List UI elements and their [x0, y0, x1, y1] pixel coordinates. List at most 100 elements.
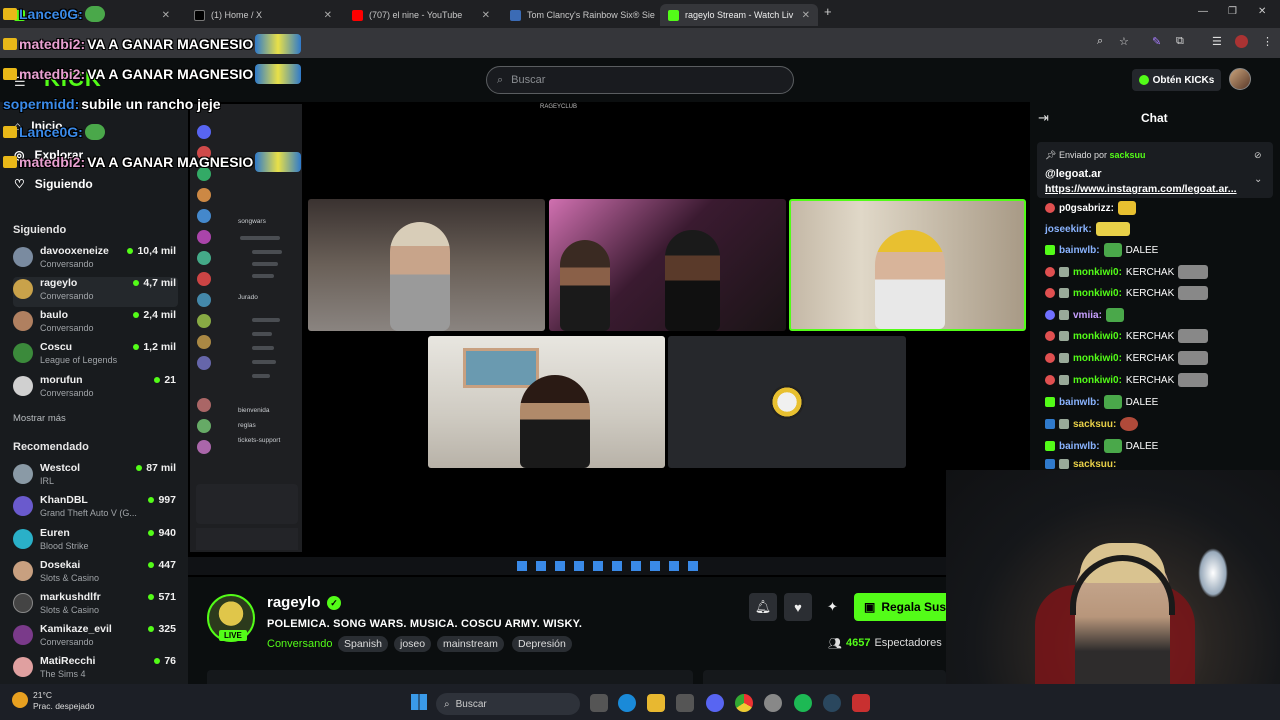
discord-server-icon [197, 398, 211, 412]
taskbar-search-input[interactable]: ⌕ Buscar [436, 693, 580, 715]
nav-siguiendo[interactable]: ♡ Siguiendo [14, 174, 93, 194]
gift-icon: ▣ [864, 600, 876, 614]
close-tab-icon[interactable]: ✕ [482, 10, 490, 21]
close-window-button[interactable]: ✕ [1258, 6, 1266, 17]
discord-server-icon [197, 440, 211, 454]
discord-line [252, 274, 274, 278]
discord-server-icon [197, 419, 211, 433]
zoom-icon[interactable]: ⌕ [1097, 35, 1103, 48]
steam-icon[interactable] [823, 694, 841, 712]
get-kicks-button[interactable]: Obtén KICKs [1132, 69, 1221, 91]
search-icon: ⌕ [497, 73, 504, 86]
viewer-count: 76 [154, 655, 176, 667]
discord-server-icon [197, 230, 211, 244]
participant-avatar [770, 385, 804, 419]
stream-tag[interactable]: Depresión [512, 636, 572, 652]
follow-heart-button[interactable]: ♥ [784, 593, 812, 621]
gift-sub-button[interactable]: ▣Regala Suscr [854, 593, 946, 621]
browser-tab[interactable]: (1) Home / X ✕ [186, 4, 340, 26]
discord-channel: Jurado [238, 294, 258, 301]
discord-server-icon [197, 293, 211, 307]
sidebar-channel[interactable]: morufun Conversando 21 [13, 374, 178, 404]
avatar [13, 464, 33, 484]
user-avatar[interactable] [1229, 68, 1251, 90]
weather-sun-icon [12, 692, 28, 708]
windows-start-icon[interactable] [411, 694, 427, 710]
kick-favicon-icon [668, 9, 679, 21]
stream-tag[interactable]: Spanish [338, 636, 388, 652]
participant-figure [875, 230, 945, 329]
chat-message: bainwlb: DALEE [1045, 241, 1158, 259]
chat-message: monkiwi0: KERCHAK [1045, 284, 1209, 302]
chrome-icon[interactable] [735, 694, 753, 712]
chat-message: bainwlb: DALEE [1045, 393, 1158, 411]
spotify-icon[interactable] [794, 694, 812, 712]
sidebar-toggle-icon[interactable]: ☰ [1212, 35, 1222, 48]
search-input[interactable]: ⌕ Buscar [486, 66, 794, 94]
sidebar-channel-selected[interactable]: rageylo Conversando 4,7 mil [13, 277, 178, 307]
discord-line [240, 236, 280, 240]
show-more-link[interactable]: Mostrar más [13, 413, 66, 424]
notification-bell-button[interactable]: 🔔︎ [749, 593, 777, 621]
new-tab-button[interactable]: + [824, 4, 832, 19]
verified-check-icon: ✓ [327, 596, 341, 610]
browser-tab-active[interactable]: rageylo Stream - Watch Liv ✕ [660, 4, 818, 26]
sidebar-channel[interactable]: MatiRecchi The Sims 4 76 [13, 655, 178, 685]
app-icon[interactable] [852, 694, 870, 712]
file-explorer-icon[interactable] [647, 694, 665, 712]
discord-channel: songwars [238, 218, 266, 225]
stream-category[interactable]: Conversando [267, 638, 332, 650]
browser-tab[interactable]: Tom Clancy's Rainbow Six® Sie✕ [502, 4, 656, 26]
sparkle-icon[interactable]: ✦ [827, 599, 838, 615]
sidebar-channel[interactable]: Kamikaze_evil Conversando 325 [13, 623, 178, 653]
viewer-count: 21 [154, 374, 176, 386]
x-favicon-icon [194, 9, 205, 21]
pinned-text: @legoat.ar [1045, 168, 1102, 180]
edge-icon[interactable] [618, 694, 636, 712]
sidebar-channel[interactable]: Westcol IRL 87 mil [13, 462, 178, 492]
overlay-chat-line: matedbi2: VA A GANAR MAGNESIO [3, 34, 302, 54]
sidebar-channel[interactable]: KhanDBL Grand Theft Auto V (G... 997 [13, 494, 178, 524]
avatar [13, 657, 33, 677]
menu-kebab-icon[interactable]: ⋮ [1262, 35, 1273, 48]
viewer-count: 2,4 mil [133, 309, 176, 321]
sidebar-channel[interactable]: Coscu League of Legends 1,2 mil [13, 341, 178, 371]
chat-message: vmiia: [1045, 306, 1124, 324]
avatar [13, 593, 33, 613]
collapse-chat-icon[interactable]: ⇥ [1038, 110, 1049, 126]
maximize-button[interactable]: ❐ [1228, 6, 1237, 17]
extension-icon[interactable]: ✎ [1152, 35, 1161, 48]
discord-line [252, 346, 274, 350]
weather-widget[interactable]: 21°C Prac. despejado [33, 690, 94, 712]
close-tab-icon[interactable]: ✕ [162, 10, 170, 21]
discord-icon[interactable] [706, 694, 724, 712]
avatar [13, 625, 33, 645]
sidebar-channel[interactable]: davooxeneize Conversando 10,4 mil [13, 245, 178, 275]
discord-server-icon [197, 356, 211, 370]
chat-message: bainwlb: DALEE [1045, 437, 1158, 455]
streamer-name[interactable]: rageylo [267, 594, 320, 611]
stream-tag[interactable]: joseo [394, 636, 432, 652]
sidebar-channel[interactable]: Dosekai Slots & Casino 447 [13, 559, 178, 589]
unpin-icon[interactable]: ⊘ [1254, 150, 1262, 161]
sidebar-channel[interactable]: baulo Conversando 2,4 mil [13, 309, 178, 339]
extensions-puzzle-icon[interactable]: ⧉ [1176, 35, 1184, 48]
bookmark-star-icon[interactable]: ☆ [1119, 35, 1129, 48]
stream-tag[interactable]: mainstream [437, 636, 504, 652]
sidebar-channel[interactable]: Euren Blood Strike 940 [13, 527, 178, 557]
pinned-link[interactable]: https://www.instagram.com/legoat.ar... [1045, 183, 1245, 195]
task-view-icon[interactable] [590, 694, 608, 712]
close-tab-icon[interactable]: ✕ [324, 10, 332, 21]
avatar [13, 311, 33, 331]
avatar [13, 496, 33, 516]
browser-tab[interactable]: (707) el nine - YouTube ✕ [344, 4, 498, 26]
sidebar-channel[interactable]: markushdlfr Slots & Casino 571 [13, 591, 178, 621]
overlay-chat-line: Lance0G: [3, 122, 105, 142]
store-icon[interactable] [676, 694, 694, 712]
chevron-down-icon[interactable]: ⌄ [1254, 174, 1262, 185]
profile-icon[interactable] [1235, 35, 1248, 48]
discord-server-icon [197, 314, 211, 328]
close-tab-icon[interactable]: ✕ [802, 10, 810, 21]
obs-icon[interactable] [764, 694, 782, 712]
minimize-button[interactable]: — [1198, 6, 1208, 17]
